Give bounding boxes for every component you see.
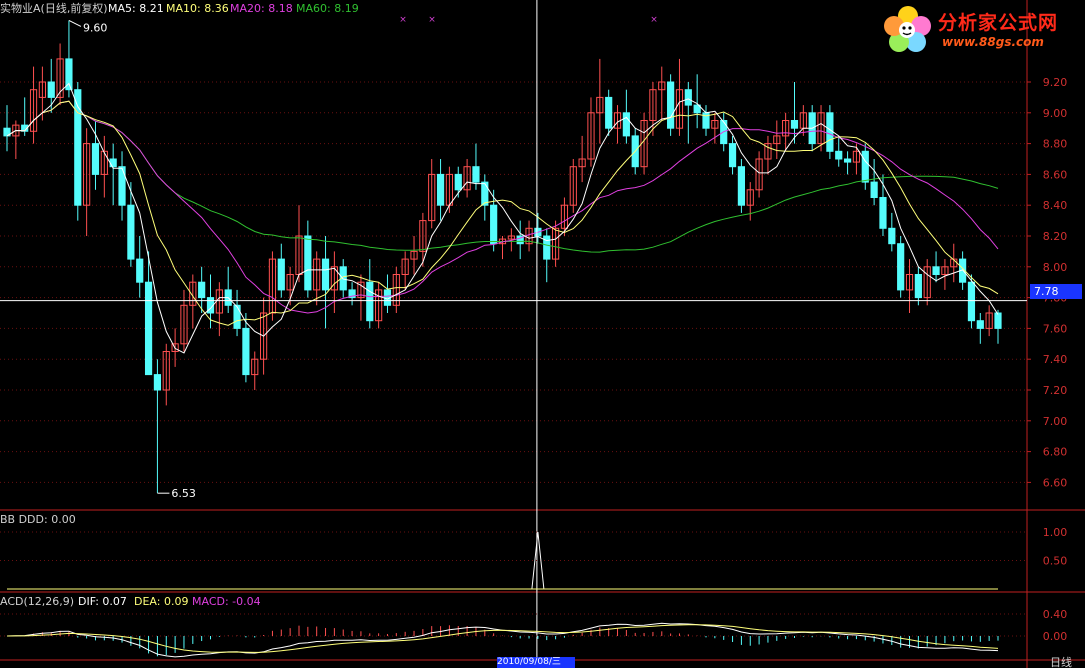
candle-body [454,173,462,191]
candle-body [127,204,135,260]
stock-chart-window: 9.209.008.808.608.408.208.007.807.607.40… [0,0,1085,668]
candle-body [198,281,206,299]
candle-body [481,181,489,206]
candle-body [242,327,250,376]
price-tick-label: 9.20 [1043,76,1068,89]
price-tick-label: 7.00 [1043,415,1068,428]
candle-body [233,304,241,329]
candle-body [321,258,330,291]
signal-mark: × [399,15,407,25]
candle-body [870,181,878,199]
price-tick-label: 6.60 [1043,476,1068,489]
candle-body [967,281,976,322]
macd-tick-label: 0.40 [1043,608,1068,621]
signal-mark: × [428,15,436,25]
ma60-readout: MA60: 8.19 [296,2,359,15]
bb-tick-label: 1.00 [1043,526,1068,539]
candle-body [826,112,834,152]
candle-body [737,166,745,206]
price-tick-label: 6.80 [1043,446,1068,459]
candle-body [366,281,374,322]
candle-body [136,258,144,283]
candle-body [118,166,126,206]
ma5-readout: MA5: 8.21 [108,2,164,15]
high-label: 9.60 [83,21,108,34]
low-label: 6.53 [171,487,196,500]
candle-body [667,81,675,129]
dif-line [6,622,999,658]
dea-readout: DEA: 0.09 [134,595,189,608]
candle-body [976,320,984,329]
candle-body [790,120,799,129]
candle-body [91,143,100,175]
candle-body [605,96,613,129]
candle-body [144,281,153,376]
candle-body [843,158,852,163]
high-marker [68,19,82,27]
bb-tick-label: 0.50 [1043,555,1068,568]
candle-body [684,89,692,106]
dif-readout: DIF: 0.07 [78,595,127,608]
bb-panel-label: BB DDD: 0.00 [0,513,76,526]
ma10-readout: MA10: 8.36 [166,2,229,15]
price-tick-label: 8.20 [1043,230,1068,243]
macd-readout: MACD: -0.04 [192,595,261,608]
price-tick-label: 7.60 [1043,322,1068,335]
candle-body [932,266,940,275]
flower-logo-icon [884,6,931,52]
ma5-line [6,82,999,354]
candle-body [888,227,896,245]
price-tick-label: 9.00 [1043,107,1068,120]
candle-body [109,158,117,168]
candle-body [897,243,905,291]
candle-body [914,274,922,299]
bottom-tab-daily[interactable]: 日线 [1050,656,1072,668]
site-logo: 分析家公式网 www.88gs.com [880,2,1080,56]
candle-body [861,150,869,183]
macd-panel-label: ACD(12,26,9) [0,595,75,608]
price-tick-label: 8.00 [1043,261,1068,274]
candle-body [304,235,312,291]
candle-body [490,204,498,245]
candle-body [153,374,162,391]
candle-body [994,312,1002,329]
chart-title: 实物业A(日线,前复权) [0,2,108,15]
price-tick-label: 8.60 [1043,168,1068,181]
candle-body [436,173,445,206]
candle-body [728,143,737,168]
logo-text: 分析家公式网 [938,12,1059,34]
chart-canvas[interactable]: 9.209.008.808.608.408.208.007.807.607.40… [0,0,1085,668]
candle-body [472,166,480,183]
dea-line [6,624,999,653]
logo-url[interactable]: www.88gs.com [942,35,1044,49]
price-tick-label: 8.40 [1043,199,1068,212]
price-tick-label: 7.20 [1043,384,1068,397]
crosshair-price-tag: 7.78 [1030,284,1082,299]
candle-body [277,258,285,291]
price-tick-label: 7.40 [1043,353,1068,366]
macd-tick-label: 0.00 [1043,630,1068,643]
price-tick-label: 8.80 [1043,138,1068,151]
signal-mark: × [650,15,658,25]
candle-body [879,197,887,229]
candle-body [47,81,55,98]
ddd-line [7,531,998,590]
ma20-readout: MA20: 8.18 [230,2,293,15]
candle-body [835,150,843,160]
crosshair-date-tag: 2010/09/08/三 [497,657,575,668]
candle-body [622,112,630,137]
